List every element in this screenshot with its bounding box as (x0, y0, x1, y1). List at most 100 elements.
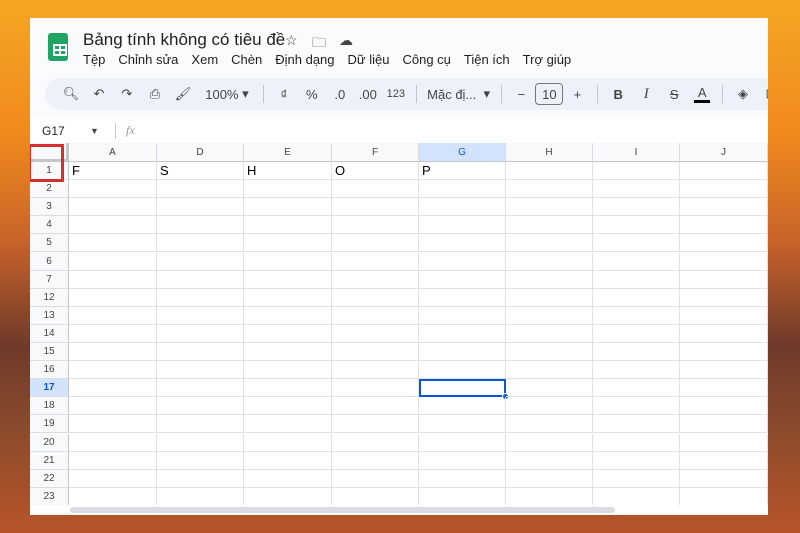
cell-A3[interactable] (69, 198, 157, 217)
borders-icon[interactable]: ⊞ (757, 82, 768, 106)
cell-A14[interactable] (69, 324, 157, 343)
cell-J4[interactable] (680, 216, 768, 235)
cell-J3[interactable] (680, 198, 768, 217)
cell-G3[interactable] (419, 198, 506, 217)
cell-H15[interactable] (506, 343, 593, 362)
cell-H5[interactable] (506, 234, 593, 253)
cell-G6[interactable] (419, 252, 506, 271)
cell-D3[interactable] (157, 198, 244, 217)
cloud-status-icon[interactable]: ☁ (339, 32, 353, 49)
cell-D20[interactable] (157, 433, 244, 452)
cell-A13[interactable] (69, 306, 157, 325)
more-formats-button[interactable]: 123 (382, 82, 410, 106)
cell-A1[interactable]: F (69, 162, 157, 181)
row-header-4[interactable]: 4 (30, 216, 69, 235)
percent-button[interactable]: % (298, 82, 326, 106)
cell-E19[interactable] (244, 415, 332, 434)
cell-A18[interactable] (69, 397, 157, 416)
cell-J18[interactable] (680, 397, 768, 416)
cell-D5[interactable] (157, 234, 244, 253)
cell-J22[interactable] (680, 469, 768, 488)
name-box[interactable]: G17 (30, 124, 90, 138)
cell-I17[interactable] (593, 379, 680, 398)
cell-I4[interactable] (593, 216, 680, 235)
cell-H23[interactable] (506, 487, 593, 506)
cell-F1[interactable]: O (332, 162, 419, 181)
cell-A23[interactable] (69, 487, 157, 506)
cell-H7[interactable] (506, 270, 593, 289)
cell-A4[interactable] (69, 216, 157, 235)
cell-F19[interactable] (332, 415, 419, 434)
cell-F13[interactable] (332, 306, 419, 325)
cell-E22[interactable] (244, 469, 332, 488)
cell-I22[interactable] (593, 469, 680, 488)
scrollbar-thumb[interactable] (70, 507, 615, 513)
cell-F22[interactable] (332, 469, 419, 488)
cell-I7[interactable] (593, 270, 680, 289)
row-header-22[interactable]: 22 (30, 469, 69, 488)
cell-J12[interactable] (680, 288, 768, 307)
increase-decimal-button[interactable]: .00 (354, 82, 382, 106)
cell-H12[interactable] (506, 288, 593, 307)
cell-E12[interactable] (244, 288, 332, 307)
cell-G23[interactable] (419, 487, 506, 506)
cell-E13[interactable] (244, 306, 332, 325)
cell-E2[interactable] (244, 180, 332, 199)
cell-D1[interactable]: S (157, 162, 244, 181)
cell-D23[interactable] (157, 487, 244, 506)
strikethrough-icon[interactable]: S (660, 82, 688, 106)
fill-color-icon[interactable]: ◈ (729, 82, 757, 106)
zoom-select[interactable]: 100% ▾ (197, 82, 257, 106)
row-header-6[interactable]: 6 (30, 252, 69, 271)
cell-F6[interactable] (332, 252, 419, 271)
paint-format-icon[interactable]: 🖌︎ (169, 82, 197, 106)
cell-E1[interactable]: H (244, 162, 332, 181)
cell-G1[interactable]: P (419, 162, 506, 181)
cell-F14[interactable] (332, 324, 419, 343)
cell-D18[interactable] (157, 397, 244, 416)
cell-G21[interactable] (419, 451, 506, 470)
cell-E15[interactable] (244, 343, 332, 362)
cell-H19[interactable] (506, 415, 593, 434)
row-header-3[interactable]: 3 (30, 198, 69, 217)
cell-J16[interactable] (680, 361, 768, 380)
cell-E14[interactable] (244, 324, 332, 343)
cell-F21[interactable] (332, 451, 419, 470)
cell-A15[interactable] (69, 343, 157, 362)
row-header-17[interactable]: 17 (30, 379, 69, 398)
cell-A2[interactable] (69, 180, 157, 199)
cell-I5[interactable] (593, 234, 680, 253)
cell-I19[interactable] (593, 415, 680, 434)
cell-F7[interactable] (332, 270, 419, 289)
menu-item[interactable]: Trợ giúp (523, 52, 572, 67)
column-header-A[interactable]: A (69, 143, 157, 162)
cell-H17[interactable] (506, 379, 593, 398)
cell-H14[interactable] (506, 324, 593, 343)
column-header-H[interactable]: H (506, 143, 593, 162)
cell-H3[interactable] (506, 198, 593, 217)
cell-D13[interactable] (157, 306, 244, 325)
cell-H4[interactable] (506, 216, 593, 235)
cell-E3[interactable] (244, 198, 332, 217)
cell-D22[interactable] (157, 469, 244, 488)
undo-icon[interactable]: ↶ (85, 82, 113, 106)
cell-F3[interactable] (332, 198, 419, 217)
column-header-J[interactable]: J (680, 143, 768, 162)
row-header-16[interactable]: 16 (30, 361, 69, 380)
cell-I23[interactable] (593, 487, 680, 506)
cell-J5[interactable] (680, 234, 768, 253)
column-header-E[interactable]: E (244, 143, 332, 162)
cell-G18[interactable] (419, 397, 506, 416)
cell-H6[interactable] (506, 252, 593, 271)
cell-J17[interactable] (680, 379, 768, 398)
redo-icon[interactable]: ↷ (113, 82, 141, 106)
cell-A5[interactable] (69, 234, 157, 253)
row-header-18[interactable]: 18 (30, 397, 69, 416)
increase-font-size-button[interactable]: + (563, 82, 591, 106)
cell-J1[interactable] (680, 162, 768, 181)
cell-G14[interactable] (419, 324, 506, 343)
text-color-button[interactable]: A (694, 85, 711, 103)
column-header-I[interactable]: I (593, 143, 680, 162)
cell-I1[interactable] (593, 162, 680, 181)
cell-G19[interactable] (419, 415, 506, 434)
